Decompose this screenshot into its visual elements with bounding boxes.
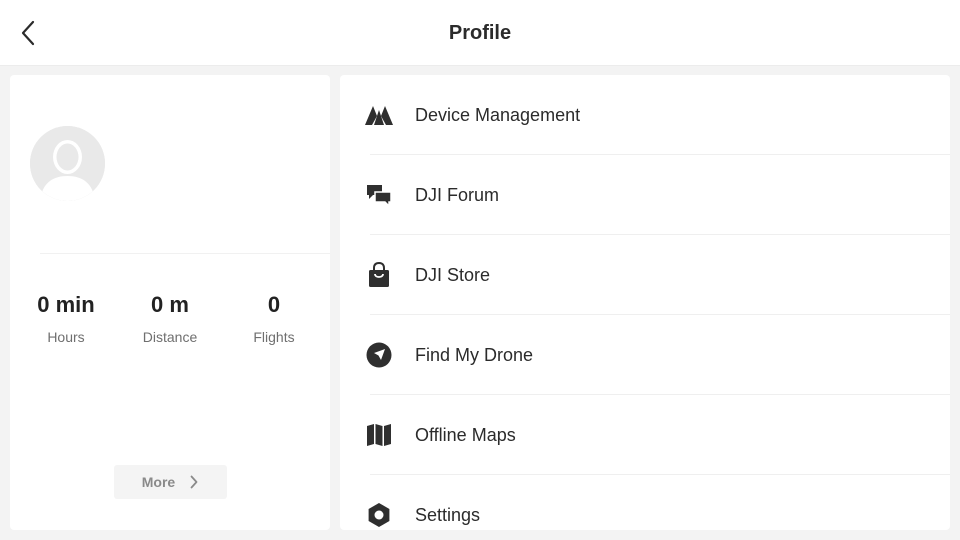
stat-flights: 0 Flights (219, 290, 329, 346)
stat-hours: 0 min Hours (11, 290, 121, 346)
stat-hours-value: 0 min (37, 292, 95, 317)
chevron-left-icon (21, 20, 35, 46)
avatar[interactable] (30, 126, 105, 201)
menu-item-label: Offline Maps (415, 425, 516, 445)
more-button[interactable]: More (114, 465, 227, 499)
settings-hexagon-icon (365, 502, 393, 528)
map-icon (365, 422, 393, 448)
stat-flights-label: Flights (253, 329, 295, 345)
menu-item-find-my-drone[interactable]: Find My Drone (340, 315, 950, 395)
menu-item-device-management[interactable]: Device Management (340, 75, 950, 155)
top-bar: Profile (0, 0, 960, 66)
menu-item-dji-forum[interactable]: DJI Forum (340, 155, 950, 235)
back-button[interactable] (10, 14, 46, 52)
chat-bubbles-icon (365, 182, 393, 208)
shopping-bag-icon (365, 262, 393, 288)
menu-item-offline-maps[interactable]: Offline Maps (340, 395, 950, 475)
menu-item-label: DJI Forum (415, 185, 500, 205)
menu-item-settings[interactable]: Settings (340, 475, 950, 530)
default-avatar-icon (30, 126, 105, 201)
stat-distance-label: Distance (142, 329, 198, 345)
menu-item-label: Find My Drone (415, 345, 534, 365)
compass-icon (365, 342, 393, 368)
drone-device-icon (365, 102, 393, 128)
menu-item-label: Settings (415, 505, 481, 525)
stat-hours-label: Hours (47, 329, 85, 345)
stat-distance: 0 m Distance (115, 290, 225, 346)
more-button-label: More (141, 474, 176, 490)
profile-divider (40, 253, 330, 254)
stat-distance-value: 0 m (151, 292, 189, 317)
menu-item-dji-store[interactable]: DJI Store (340, 235, 950, 315)
page-title: Profile (448, 22, 512, 44)
menu-card: Device Management DJI Forum DJI Store Fi… (340, 75, 950, 530)
chevron-right-icon (190, 475, 198, 489)
stat-flights-value: 0 (267, 292, 281, 317)
menu-item-label: Device Management (415, 105, 581, 125)
profile-card: 0 min Hours 0 m Distance 0 Flights More (10, 75, 330, 530)
menu-item-label: DJI Store (415, 265, 491, 285)
